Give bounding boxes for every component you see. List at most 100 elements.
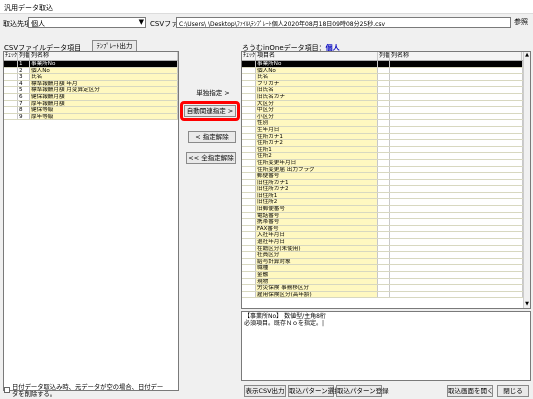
roumu-field-row[interactable]: 事業所No <box>242 61 523 68</box>
row-check[interactable] <box>242 113 256 120</box>
row-check[interactable] <box>242 206 256 212</box>
roumu-field-row[interactable]: 電話番号 <box>242 212 523 220</box>
unassign-button[interactable]: < 指定解除 <box>188 131 236 143</box>
roumu-field-row[interactable]: 現物 <box>242 278 523 286</box>
row-check[interactable] <box>242 159 256 166</box>
roumu-field-row[interactable]: 生年月日 <box>242 126 523 134</box>
roumu-field-row[interactable]: フリガナ <box>242 80 523 88</box>
row-check[interactable] <box>242 80 256 87</box>
row-check[interactable] <box>242 278 256 285</box>
roumu-field-row[interactable]: 旧氏名カナ <box>242 93 523 101</box>
row-check[interactable] <box>242 245 256 252</box>
row-check[interactable] <box>242 212 256 219</box>
roumu-field-row[interactable]: 住所カナ1 <box>242 133 523 141</box>
roumu-field-row[interactable]: 雇用保険区分(高年齢) <box>242 291 523 299</box>
roumu-field-row[interactable]: 旧住所2 <box>242 199 523 207</box>
row-check[interactable] <box>4 113 18 120</box>
csv-field-row[interactable]: 4 標準報酬月額 年月 <box>4 80 178 88</box>
row-check[interactable] <box>242 192 256 199</box>
roumu-field-row[interactable]: 旧住所1 <box>242 192 523 200</box>
row-check[interactable] <box>242 133 256 140</box>
row-check[interactable] <box>242 219 256 225</box>
csv-field-row[interactable]: 1 事業所No <box>4 61 178 68</box>
roumu-field-row[interactable]: 住所2 <box>242 153 523 160</box>
csv-field-row[interactable]: 3 氏名 <box>4 74 178 81</box>
pattern-register-button[interactable]: 取込パターン登録 <box>336 385 389 397</box>
roumu-field-row[interactable]: 住所カナ2 <box>242 140 523 147</box>
roumu-field-row[interactable]: 住所変更届 出力フラグ <box>242 166 523 174</box>
roumu-field-row[interactable]: 住所1 <box>242 146 523 154</box>
row-check[interactable] <box>242 107 256 113</box>
roumu-field-row[interactable]: 在籍区分(未使用) <box>242 245 523 253</box>
row-check[interactable] <box>242 74 256 80</box>
row-check[interactable] <box>242 265 256 271</box>
target-select[interactable]: 個人 ▼ <box>28 17 146 28</box>
row-check[interactable] <box>242 126 256 133</box>
row-check[interactable] <box>4 61 18 67</box>
close-button[interactable]: 閉じる <box>497 385 529 397</box>
roumu-field-row[interactable]: 携帯番号 <box>242 219 523 226</box>
roumu-field-row[interactable]: 性別 <box>242 120 523 127</box>
row-check[interactable] <box>242 186 256 192</box>
pattern-select-button[interactable]: 取込パターン選択 <box>288 385 341 397</box>
row-check[interactable] <box>242 272 256 278</box>
row-check[interactable] <box>242 173 256 179</box>
row-check[interactable] <box>4 100 18 107</box>
row-check[interactable] <box>4 80 18 87</box>
roumu-field-row[interactable]: 旧氏名 <box>242 87 523 94</box>
auto-assign-button[interactable]: 自動関連指定 > <box>184 105 236 117</box>
browse-button[interactable]: 参照 <box>514 17 533 28</box>
row-check[interactable] <box>242 166 256 173</box>
csv-field-row[interactable]: 8 健保等級 <box>4 107 178 114</box>
row-check[interactable] <box>4 74 18 80</box>
row-check[interactable] <box>242 252 256 258</box>
row-check[interactable] <box>242 225 256 232</box>
csv-field-row[interactable]: 7 厚年報酬月額 <box>4 100 178 108</box>
row-check[interactable] <box>4 67 18 74</box>
row-check[interactable] <box>242 61 256 67</box>
csv-field-row[interactable]: 6 健保報酬月額 <box>4 93 178 101</box>
row-check[interactable] <box>242 140 256 146</box>
roumu-field-row[interactable]: 職種 <box>242 265 523 272</box>
roumu-field-row[interactable]: 退社年月日 <box>242 239 523 246</box>
roumu-field-row[interactable]: 入社年月日 <box>242 232 523 240</box>
roumu-field-row[interactable]: 労災保険 事務移区分 <box>242 285 523 292</box>
row-check[interactable] <box>242 146 256 153</box>
roumu-field-row[interactable]: 住所変更年月日 <box>242 159 523 167</box>
row-check[interactable] <box>242 258 256 265</box>
roumu-field-row[interactable]: 個人No <box>242 67 523 75</box>
roumu-field-row[interactable]: 金融 <box>242 272 523 279</box>
csv-path-field[interactable]: C:\Users\ \Desktop\ﾌｧｲﾙ\ﾃﾝﾌﾟﾚｰﾄ個人2020年08… <box>176 17 511 28</box>
scroll-down-icon[interactable]: ▼ <box>524 301 530 308</box>
row-check[interactable] <box>242 285 256 291</box>
roumu-field-row[interactable]: 旧住所カナ1 <box>242 179 523 187</box>
row-check[interactable] <box>242 93 256 100</box>
row-check[interactable] <box>242 67 256 74</box>
csv-field-row[interactable]: 5 標準報酬月額 月変算定区分 <box>4 87 178 94</box>
csv-field-row[interactable]: 9 厚年等級 <box>4 113 178 121</box>
csv-output-button[interactable]: 表示CSV出力 <box>244 385 286 397</box>
csv-field-row[interactable]: 2 個人No <box>4 67 178 75</box>
roumu-field-row[interactable]: 旧住所カナ2 <box>242 186 523 193</box>
unassign-all-button[interactable]: << 全指定解除 <box>186 152 236 164</box>
scroll-up-icon[interactable]: ▲ <box>524 52 530 59</box>
row-check[interactable] <box>4 87 18 93</box>
row-check[interactable] <box>242 87 256 93</box>
roumu-field-row[interactable]: 大区分 <box>242 100 523 108</box>
roumu-field-row[interactable]: 中区分 <box>242 107 523 114</box>
roumu-field-row[interactable]: 氏名 <box>242 74 523 81</box>
single-assign-button[interactable]: 単独指定 > <box>190 88 236 102</box>
row-check[interactable] <box>242 199 256 206</box>
clear-date-checkbox[interactable] <box>4 387 10 393</box>
roumu-field-row[interactable]: FAX番号 <box>242 225 523 233</box>
row-check[interactable] <box>242 291 256 298</box>
roumu-field-row[interactable]: 給与計算対象 <box>242 258 523 266</box>
roumu-field-row[interactable]: 旧郵便番号 <box>242 206 523 213</box>
row-check[interactable] <box>242 239 256 245</box>
row-check[interactable] <box>4 93 18 100</box>
row-check[interactable] <box>4 107 18 113</box>
roumu-field-row[interactable]: 小区分 <box>242 113 523 121</box>
row-check[interactable] <box>242 120 256 126</box>
row-check[interactable] <box>242 100 256 107</box>
row-check[interactable] <box>242 153 256 159</box>
